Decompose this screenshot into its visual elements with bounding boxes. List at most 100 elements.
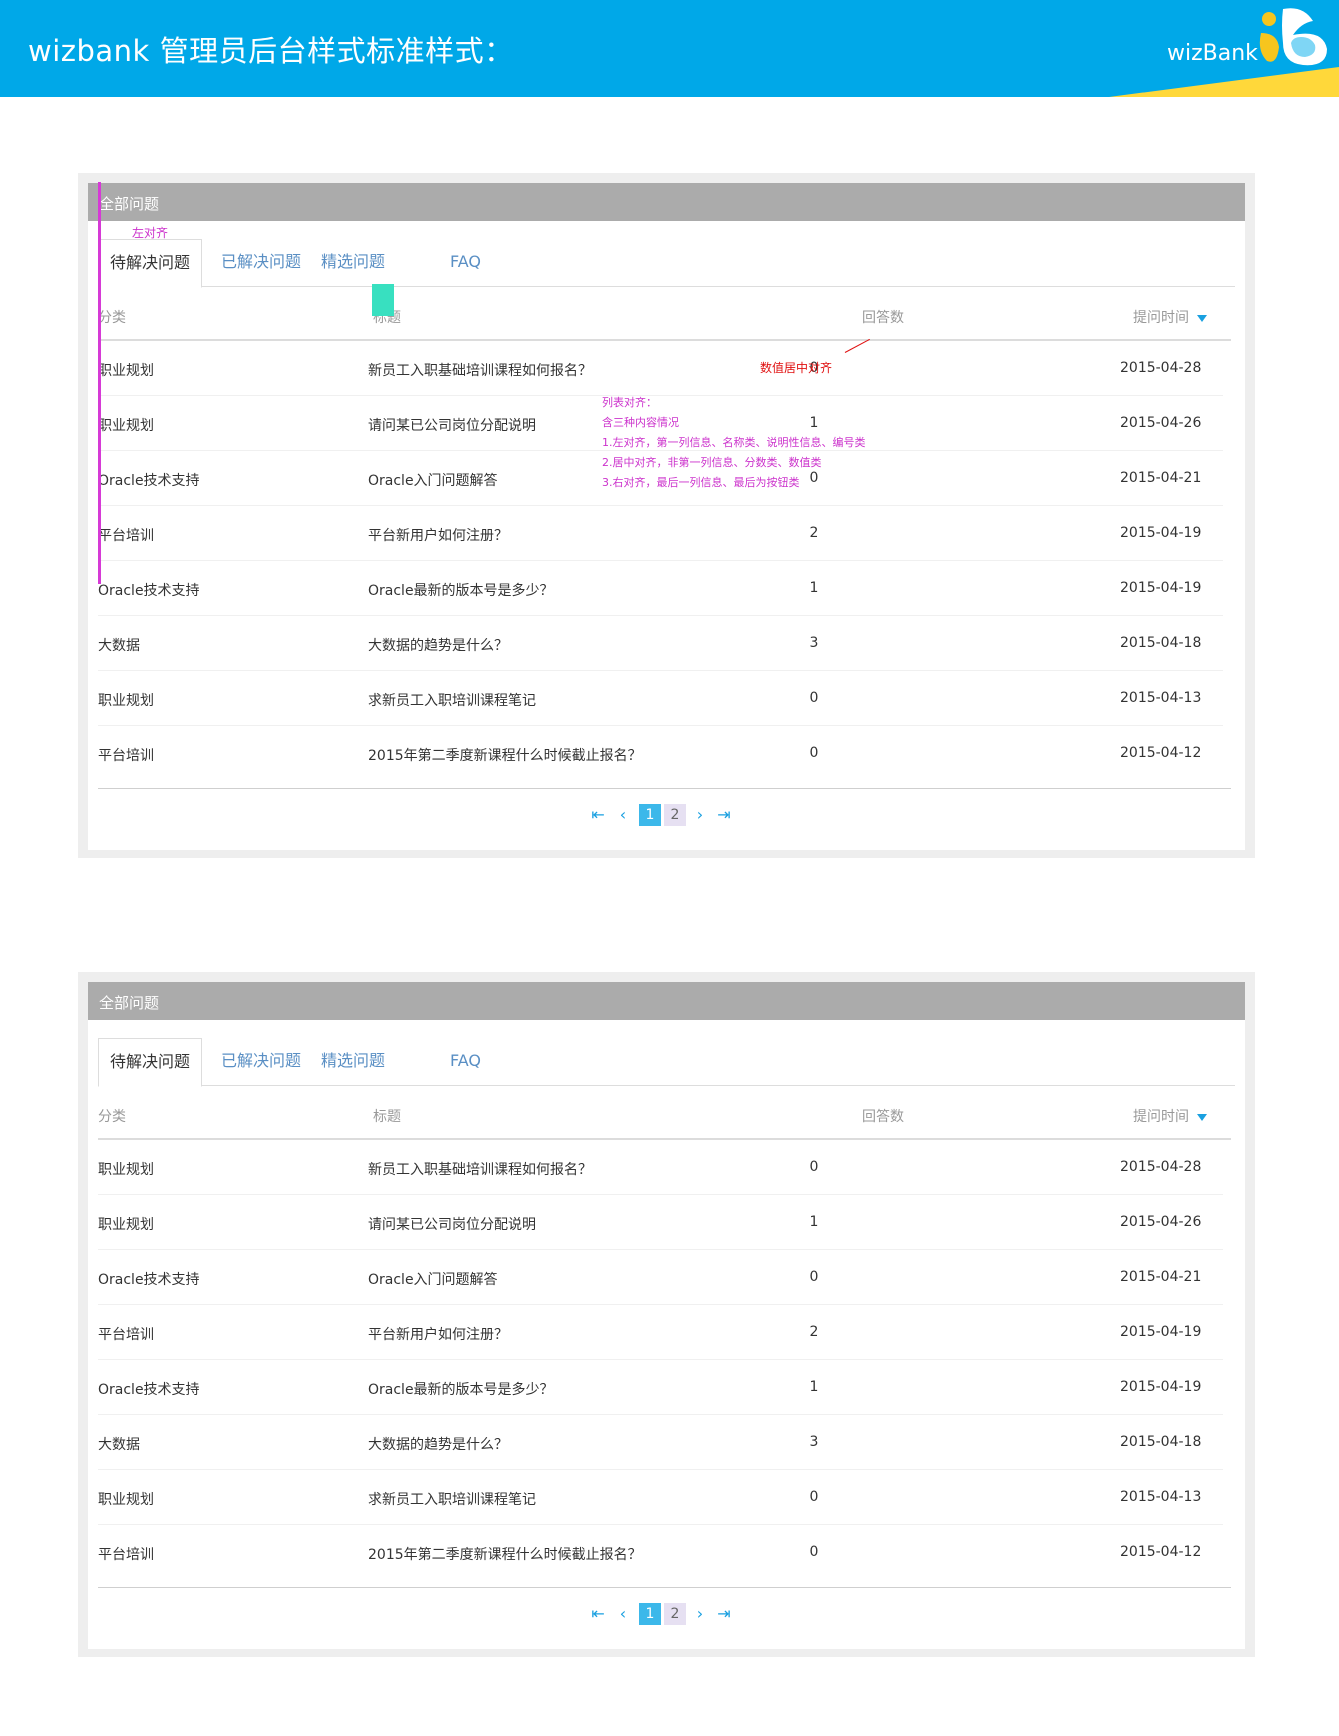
annotation-line: 3.右对齐，最后一列信息、最后为按钮类 <box>602 476 800 489</box>
cell-title[interactable]: 新员工入职基础培训课程如何报名？ <box>368 360 592 380</box>
cell-title[interactable]: 请问某已公司岗位分配说明 <box>368 415 536 435</box>
wizbank-logo: wizBank <box>1165 7 1339 97</box>
column-header-time[interactable]: 提问时间 <box>1133 1106 1207 1126</box>
cell-answers: 0 <box>809 745 819 761</box>
last-page-icon[interactable]: ⇥ <box>716 1603 732 1625</box>
page-title: wizbank 管理员后台样式标准样式： <box>28 34 514 68</box>
first-page-icon[interactable]: ⇤ <box>590 1603 606 1625</box>
cell-category: 平台培训 <box>98 1327 154 1343</box>
tab-faq[interactable]: FAQ <box>450 1038 481 1086</box>
table-row[interactable]: Oracle技术支持 Oracle最新的版本号是多少？ 1 2015-04-19 <box>98 1360 1223 1415</box>
column-header-answers: 回答数 <box>862 1109 904 1125</box>
table-row[interactable]: 大数据 大数据的趋势是什么？ 3 2015-04-18 <box>98 1415 1223 1470</box>
column-header-category: 分类 <box>98 1109 126 1125</box>
tab-solved[interactable]: 已解决问题 <box>221 239 301 287</box>
prev-page-icon[interactable]: ‹ <box>615 804 631 826</box>
annotation-list-alignment: 列表对齐： 含三种内容情况 1.左对齐，第一列信息、名称类、说明性信息、编号类 … <box>602 393 866 493</box>
annotation-line: 列表对齐： <box>602 396 657 409</box>
tab-featured[interactable]: 精选问题 <box>321 1038 385 1086</box>
page-1-button[interactable]: 1 <box>639 1603 661 1625</box>
tab-bar: 待解决问题 已解决问题 精选问题 FAQ <box>98 239 1235 288</box>
questions-panel-annotated: 全部问题 待解决问题 已解决问题 精选问题 FAQ 分类 标题 回答数 提问时间… <box>78 173 1255 858</box>
tab-faq[interactable]: FAQ <box>450 239 481 287</box>
sort-desc-icon[interactable] <box>1197 1113 1207 1121</box>
table-row[interactable]: 职业规划 新员工入职基础培训课程如何报名？ 0 2015-04-28 <box>98 1140 1223 1195</box>
tab-pending[interactable]: 待解决问题 <box>98 239 203 288</box>
pagination: ⇤ ‹ 1 2 › ⇥ <box>88 804 1245 828</box>
cell-category: Oracle技术支持 <box>98 1272 200 1288</box>
next-page-icon[interactable]: › <box>692 804 708 826</box>
cell-title[interactable]: 平台新用户如何注册？ <box>368 1324 508 1344</box>
cell-answers: 1 <box>809 580 819 596</box>
annotation-line: 含三种内容情况 <box>602 416 679 429</box>
tab-featured[interactable]: 精选问题 <box>321 239 385 287</box>
table-row[interactable]: 大数据 大数据的趋势是什么？ 3 2015-04-18 <box>98 616 1223 671</box>
last-page-icon[interactable]: ⇥ <box>716 804 732 826</box>
tab-pending[interactable]: 待解决问题 <box>98 1038 203 1087</box>
panel-title: 全部问题 <box>99 994 160 1012</box>
cell-answers: 3 <box>809 635 819 651</box>
cell-answers: 0 <box>809 690 819 706</box>
page-2-button[interactable]: 2 <box>664 804 686 826</box>
cell-time: 2015-04-19 <box>1120 580 1202 596</box>
cell-category: 职业规划 <box>98 1492 154 1508</box>
cell-time: 2015-04-26 <box>1120 415 1202 431</box>
annotation-left-align: 左对齐 <box>132 226 169 240</box>
cell-answers: 1 <box>809 1379 819 1395</box>
cell-title[interactable]: Oracle最新的版本号是多少？ <box>368 1379 554 1399</box>
cell-title[interactable]: 大数据的趋势是什么？ <box>368 635 508 655</box>
cell-category: 大数据 <box>98 638 140 654</box>
table-row[interactable]: 平台培训 2015年第二季度新课程什么时候截止报名？ 0 2015-04-12 <box>98 1525 1223 1580</box>
panel-title: 全部问题 <box>99 195 160 213</box>
column-header-title: 标题 <box>373 1109 401 1125</box>
cell-answers: 0 <box>809 1489 819 1505</box>
cell-time: 2015-04-12 <box>1120 1544 1202 1560</box>
cell-time: 2015-04-19 <box>1120 1379 1202 1395</box>
cell-category: 平台培训 <box>98 748 154 764</box>
cell-time: 2015-04-21 <box>1120 470 1202 486</box>
cell-title[interactable]: 新员工入职基础培训课程如何报名？ <box>368 1159 592 1179</box>
sort-desc-icon[interactable] <box>1197 314 1207 322</box>
table-row[interactable]: 职业规划 新员工入职基础培训课程如何报名？ 0 2015-04-28 <box>98 341 1223 396</box>
cell-category: 大数据 <box>98 1437 140 1453</box>
cell-time: 2015-04-19 <box>1120 525 1202 541</box>
annotation-center-number: 数值居中对齐 <box>760 361 833 375</box>
table-row[interactable]: Oracle技术支持 Oracle最新的版本号是多少？ 1 2015-04-19 <box>98 561 1223 616</box>
table-row[interactable]: 平台培训 平台新用户如何注册？ 2 2015-04-19 <box>98 506 1223 561</box>
cell-answers: 0 <box>809 1544 819 1560</box>
questions-panel: 全部问题 待解决问题 已解决问题 精选问题 FAQ 分类 标题 回答数 提问时间… <box>78 972 1255 1657</box>
cell-title[interactable]: 请问某已公司岗位分配说明 <box>368 1214 536 1234</box>
cell-title[interactable]: 求新员工入职培训课程笔记 <box>368 1489 536 1509</box>
cell-time: 2015-04-18 <box>1120 1434 1202 1450</box>
left-align-guide-line <box>98 182 101 584</box>
cell-title[interactable]: 大数据的趋势是什么？ <box>368 1434 508 1454</box>
cell-title[interactable]: Oracle入门问题解答 <box>368 1269 498 1289</box>
cell-title[interactable]: 求新员工入职培训课程笔记 <box>368 690 536 710</box>
cell-answers: 1 <box>809 1214 819 1230</box>
table-row[interactable]: 平台培训 2015年第二季度新课程什么时候截止报名？ 0 2015-04-12 <box>98 726 1223 781</box>
table-row[interactable]: 职业规划 请问某已公司岗位分配说明 1 2015-04-26 <box>98 1195 1223 1250</box>
cell-category: 职业规划 <box>98 693 154 709</box>
page-1-button[interactable]: 1 <box>639 804 661 826</box>
tab-solved[interactable]: 已解决问题 <box>221 1038 301 1086</box>
table-row[interactable]: Oracle技术支持 Oracle入门问题解答 0 2015-04-21 <box>98 1250 1223 1305</box>
table-row[interactable]: 职业规划 求新员工入职培训课程笔记 0 2015-04-13 <box>98 1470 1223 1525</box>
cell-title[interactable]: Oracle入门问题解答 <box>368 470 498 490</box>
app-header: wizbank 管理员后台样式标准样式： wizBank <box>0 0 1339 97</box>
first-page-icon[interactable]: ⇤ <box>590 804 606 826</box>
cell-answers: 2 <box>809 525 819 541</box>
table-row[interactable]: 平台培训 平台新用户如何注册？ 2 2015-04-19 <box>98 1305 1223 1360</box>
next-page-icon[interactable]: › <box>692 1603 708 1625</box>
cell-title[interactable]: Oracle最新的版本号是多少？ <box>368 580 554 600</box>
table-row[interactable]: 职业规划 求新员工入职培训课程笔记 0 2015-04-13 <box>98 671 1223 726</box>
column-header-time[interactable]: 提问时间 <box>1133 307 1207 327</box>
pagination: ⇤ ‹ 1 2 › ⇥ <box>88 1603 1245 1627</box>
cell-title[interactable]: 2015年第二季度新课程什么时候截止报名？ <box>368 1544 642 1564</box>
cell-title[interactable]: 平台新用户如何注册？ <box>368 525 508 545</box>
cell-time: 2015-04-26 <box>1120 1214 1202 1230</box>
cell-category: 职业规划 <box>98 363 154 379</box>
prev-page-icon[interactable]: ‹ <box>615 1603 631 1625</box>
cell-time: 2015-04-28 <box>1120 360 1202 376</box>
cell-title[interactable]: 2015年第二季度新课程什么时候截止报名？ <box>368 745 642 765</box>
page-2-button[interactable]: 2 <box>664 1603 686 1625</box>
